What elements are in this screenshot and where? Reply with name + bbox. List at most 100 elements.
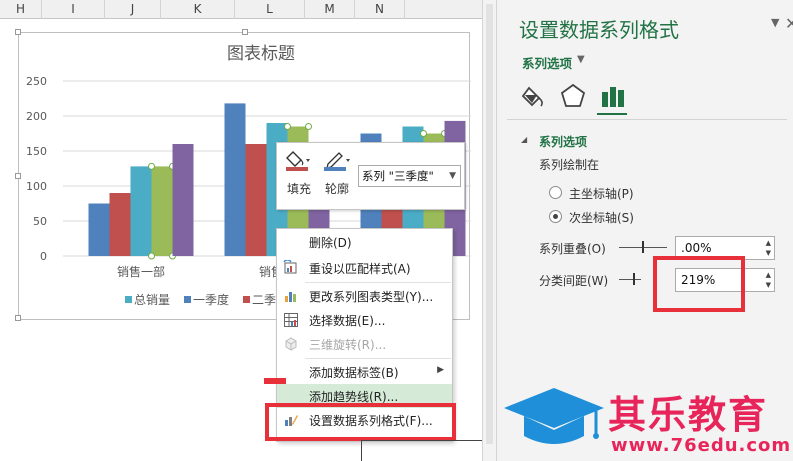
chart-resize-handle-tl[interactable] (15, 29, 21, 35)
radio-button[interactable] (549, 186, 562, 199)
column-header-j[interactable]: J (105, 0, 161, 19)
vertical-scrollbar[interactable] (482, 0, 497, 461)
reset-style-icon (283, 260, 297, 274)
selection-handle (148, 162, 155, 170)
series-options-tab-icon[interactable] (599, 82, 627, 110)
y-tick-label: 150 (26, 145, 47, 158)
column-header-l[interactable]: L (235, 0, 305, 19)
primary-axis-label: 主坐标轴(P) (569, 187, 634, 201)
bar-4-1 (151, 166, 173, 256)
annotation-mark (264, 378, 286, 384)
y-tick-label: 100 (26, 180, 47, 193)
cell-border (361, 440, 362, 461)
y-tick-label: 0 (40, 250, 47, 263)
pane-options-icon[interactable]: ▼ (771, 16, 779, 29)
logo-text: 其乐教育 (608, 393, 769, 437)
selection-handle (148, 252, 155, 260)
chart-title: 图表标题 (227, 44, 295, 64)
menu-item-3d-rotation: 三维旋转(R)... (277, 332, 452, 356)
cell-border (361, 440, 482, 441)
column-header-k[interactable]: K (161, 0, 235, 19)
menu-item-select-data[interactable]: 选择数据(E)... (277, 308, 452, 332)
menu-item-label: 删除(D) (309, 236, 352, 250)
menu-item-label: 重设以匹配样式(A) (309, 262, 411, 276)
selection-handle (420, 130, 427, 137)
submenu-arrow-icon: ▶ (437, 365, 444, 375)
logo-url: www.76edu.com (611, 435, 792, 456)
fill-button[interactable]: 填充 (281, 149, 317, 197)
fill-label: 填充 (286, 182, 311, 196)
series-select-value: 系列 "三季度" (362, 169, 434, 183)
gap-width-label: 分类间距(W) (539, 274, 609, 288)
spinner-arrows-icon[interactable]: ▲ ▼ (766, 270, 771, 290)
menu-item-change-chart-type[interactable]: 更改系列图表类型(Y)... (277, 284, 452, 308)
column-headers: H I J K L M N (0, 0, 482, 19)
menu-item-reset-style[interactable]: 重设以匹配样式(A) (277, 256, 452, 280)
watermark-logo: 其乐教育 www.76edu.com (498, 380, 793, 461)
radio-button[interactable] (549, 210, 562, 223)
chart-resize-handle-bl[interactable] (15, 315, 21, 321)
bar-1-1 (88, 203, 110, 256)
menu-item-label: 更改系列图表类型(Y)... (309, 290, 434, 304)
column-header-h[interactable]: H (0, 0, 42, 19)
chevron-down-icon[interactable]: ▼ (577, 54, 585, 65)
legend-swatch (125, 296, 132, 303)
effects-tab-icon[interactable] (559, 82, 587, 110)
spinner-arrows-icon[interactable]: ▲ ▼ (766, 238, 771, 258)
menu-item-label: 三维旋转(R)... (309, 338, 387, 352)
bar-2-1 (109, 193, 131, 256)
chevron-down-icon: ▼ (449, 171, 456, 181)
collapse-triangle-icon[interactable]: ◢ (521, 135, 527, 144)
series-overlap-value: .00% (681, 241, 712, 255)
fill-line-tab-icon[interactable] (521, 82, 549, 110)
bar-2-2 (245, 144, 267, 256)
legend-swatch (243, 296, 250, 303)
gap-width-slider[interactable] (619, 279, 641, 280)
x-tick-label: 销售一部 (117, 264, 165, 279)
3d-rotation-icon (285, 337, 297, 351)
select-data-icon (284, 313, 298, 327)
annotation-highlight-format-series (265, 403, 456, 441)
scrollbar-thumb[interactable] (486, 4, 493, 444)
y-tick-label: 200 (26, 110, 47, 123)
column-header-m[interactable]: M (305, 0, 355, 19)
plot-series-on-label: 系列绘制在 (539, 158, 600, 172)
outline-button[interactable]: 轮廓 (319, 149, 355, 197)
menu-separator (305, 282, 451, 283)
menu-separator (305, 358, 451, 359)
legend-entry: 总销量 (134, 293, 170, 307)
chart-type-icon (285, 292, 296, 302)
spreadsheet-area[interactable]: H I J K L M N 图表标题050100150200250销售一部销售二… (0, 0, 482, 461)
active-tab-indicator (597, 113, 627, 115)
series-options-dropdown[interactable]: 系列选项 (522, 53, 572, 72)
menu-item-label: 选择数据(E)... (309, 314, 386, 328)
y-tick-label: 250 (26, 75, 47, 88)
selection-handle (284, 123, 291, 130)
pane-title: 设置数据系列格式 (519, 18, 679, 42)
series-select[interactable]: 系列 "三季度" ▼ (358, 165, 461, 187)
secondary-axis-label: 次坐标轴(S) (569, 211, 634, 225)
column-header-n[interactable]: N (355, 0, 405, 19)
pane-divider (507, 119, 787, 120)
chart-resize-handle-top[interactable] (242, 29, 248, 35)
series-overlap-slider-thumb[interactable] (642, 241, 644, 253)
selection-handle (305, 123, 312, 130)
menu-item-delete[interactable]: 删除(D) (277, 230, 452, 254)
chart-resize-handle-left[interactable] (15, 173, 21, 179)
legend-swatch (184, 296, 191, 303)
column-header-i[interactable]: I (42, 0, 105, 19)
menu-item-label: 添加数据标签(B) (309, 366, 399, 380)
outline-label: 轮廓 (324, 182, 349, 196)
gap-width-slider-thumb[interactable] (633, 273, 635, 285)
bar-5-1 (172, 144, 194, 256)
section-header-series-options[interactable]: 系列选项 (539, 133, 587, 150)
fill-bucket-icon (286, 151, 310, 171)
close-icon[interactable]: ✕ (785, 14, 793, 33)
series-overlap-label: 系列重叠(O) (539, 242, 606, 256)
outline-pen-icon (324, 152, 350, 171)
annotation-highlight-gap-width (653, 256, 745, 312)
menu-item-add-data-labels[interactable]: 添加数据标签(B) ▶ (277, 360, 452, 384)
mini-toolbar: 填充 轮廓 系列 "三季度" ▼ (276, 142, 465, 210)
bar-1-2 (224, 103, 246, 257)
y-tick-label: 50 (33, 215, 47, 228)
